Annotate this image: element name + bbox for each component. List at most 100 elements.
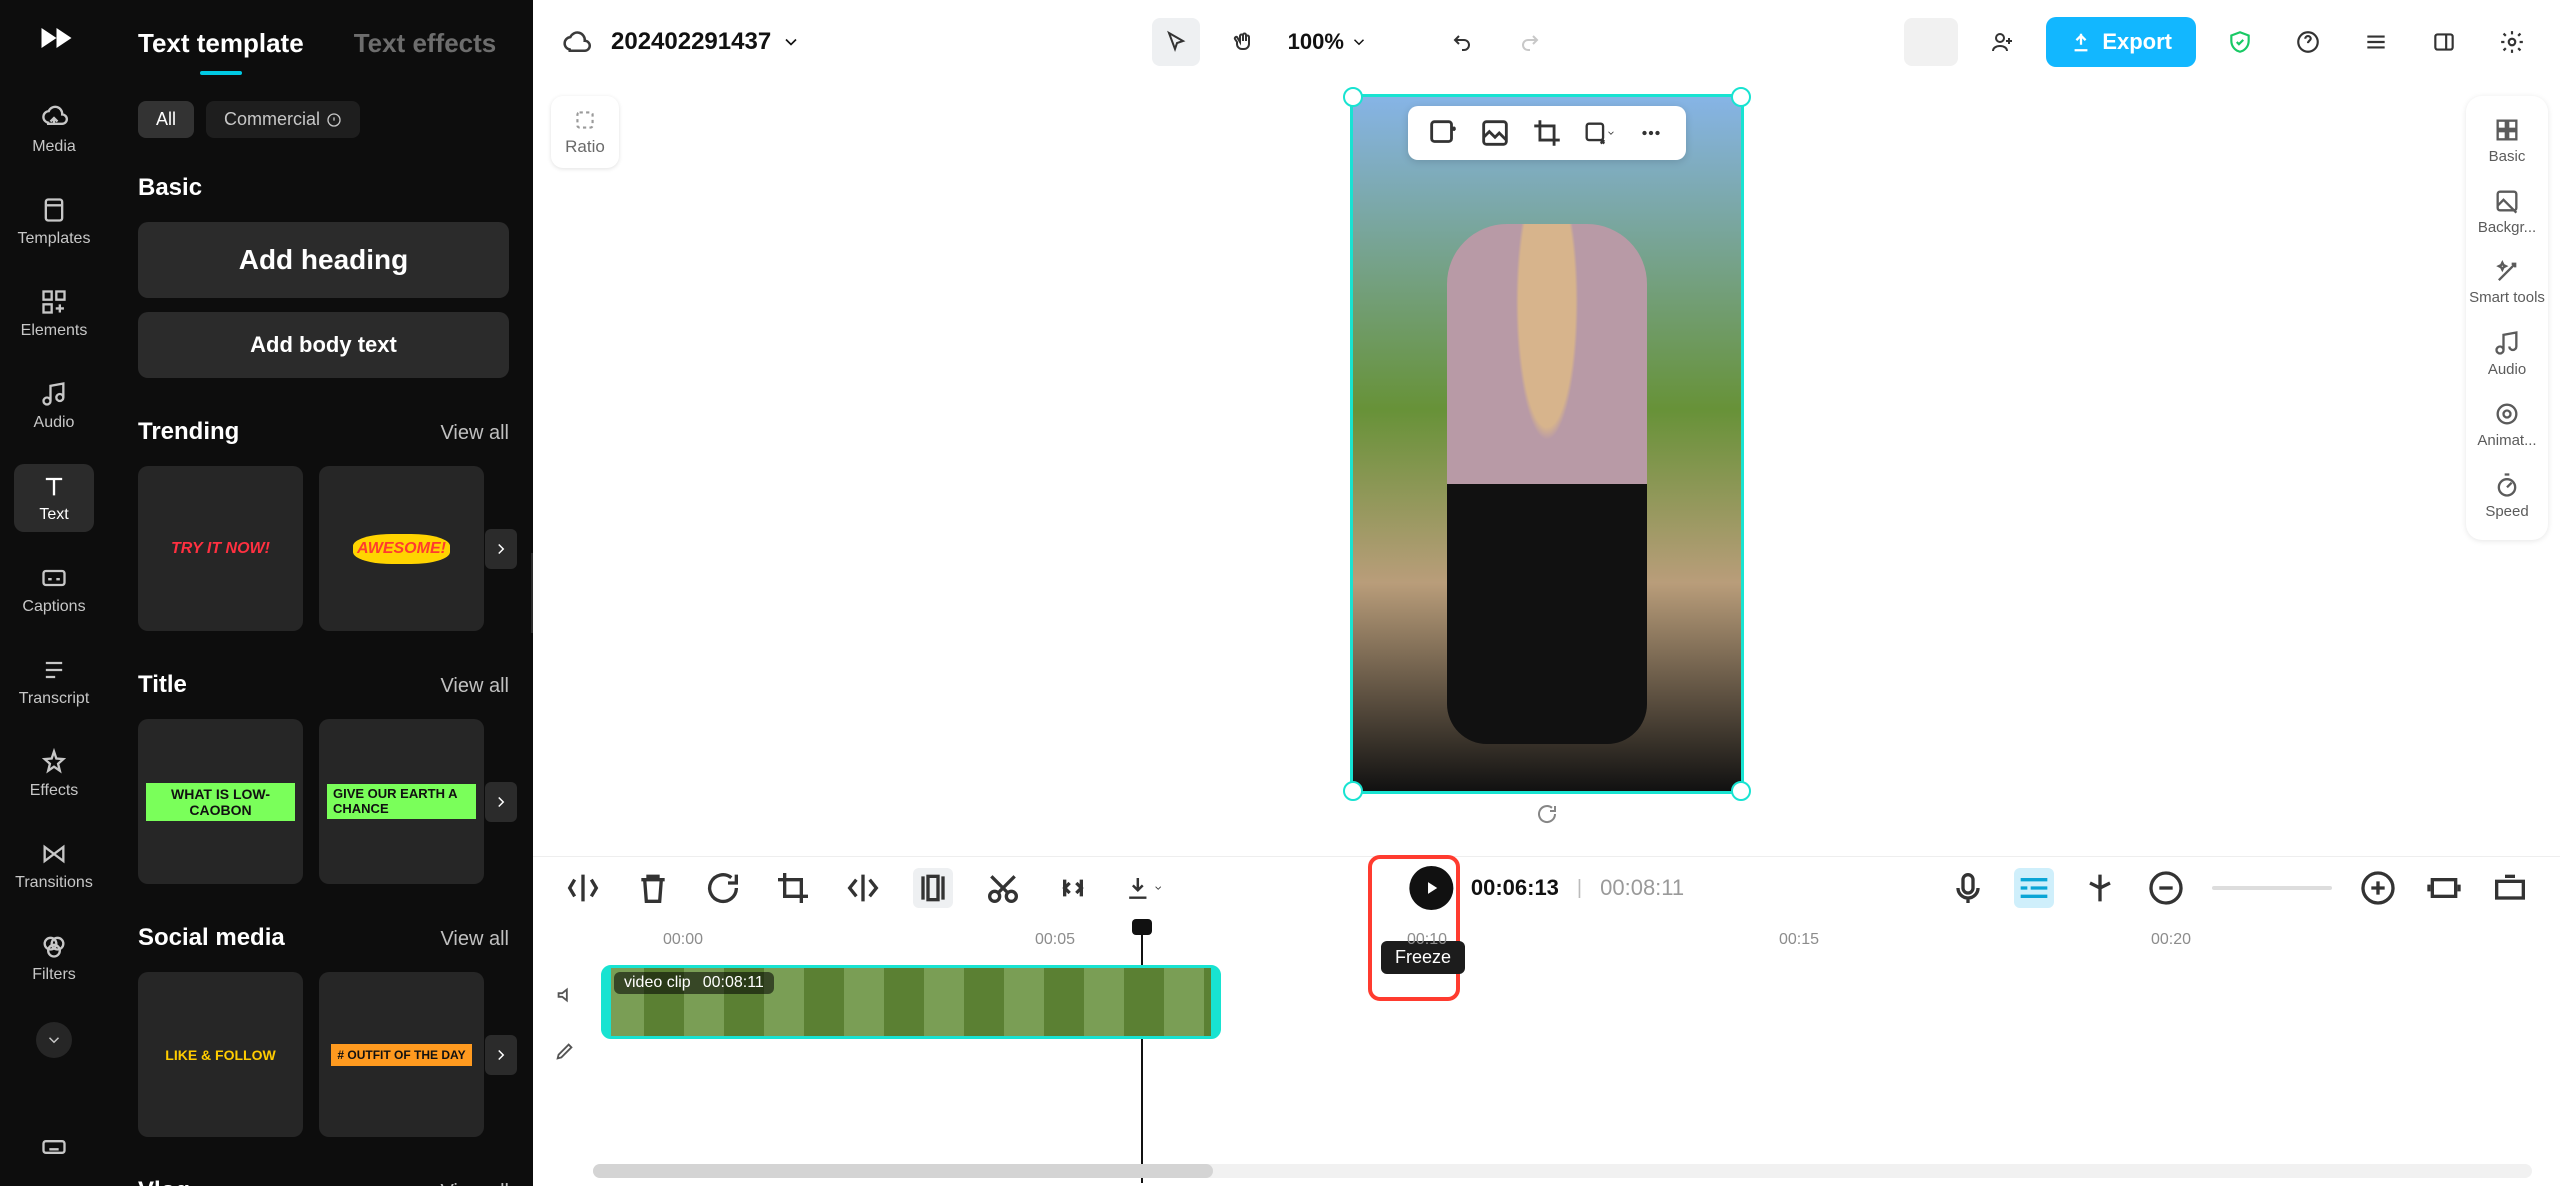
sidebar-item-captions[interactable]: Captions	[14, 556, 94, 624]
redo-button[interactable]	[1506, 18, 1554, 66]
add-heading-button[interactable]: Add heading	[138, 222, 509, 298]
overlay-replace-icon[interactable]	[1478, 116, 1512, 150]
overlay-crop-icon[interactable]	[1530, 116, 1564, 150]
trending-scroll-right[interactable]	[485, 529, 517, 569]
zoom-out-button[interactable]	[2146, 868, 2186, 908]
scrollbar-thumb[interactable]	[593, 1164, 1213, 1178]
track-area[interactable]: 00:00 00:05 00:10 00:15 00:20 video clip…	[533, 919, 2560, 1186]
crop-tl-button[interactable]	[773, 868, 813, 908]
ratio-button[interactable]: Ratio	[551, 96, 619, 168]
inspector-basic[interactable]: Basic	[2466, 110, 2548, 171]
play-button[interactable]	[1409, 866, 1453, 910]
timeline-ruler[interactable]: 00:00 00:05 00:10 00:15 00:20	[593, 923, 2560, 961]
auto-captions-button[interactable]	[2014, 868, 2054, 908]
canvas-area[interactable]: Ratio Basic Backgr... Smart tools Audio	[533, 84, 2560, 856]
thumb-label: LIKE & FOLLOW	[165, 1047, 275, 1063]
title-view-all[interactable]: View all	[440, 675, 509, 698]
resize-handle-br[interactable]	[1731, 781, 1751, 801]
timeline-scrollbar[interactable]	[593, 1164, 2532, 1178]
track-mute-icon[interactable]	[547, 977, 583, 1013]
sidebar-item-media[interactable]: Media	[14, 96, 94, 164]
clip-trim-left[interactable]	[601, 968, 611, 1036]
sidebar-item-transcript[interactable]: Transcript	[14, 648, 94, 716]
trending-thumb-1[interactable]: TRY IT NOW!	[138, 466, 303, 631]
sidebar-item-transitions[interactable]: Transitions	[14, 832, 94, 900]
sidebar-item-filters[interactable]: Filters	[14, 924, 94, 992]
sidebar-item-audio[interactable]: Audio	[14, 372, 94, 440]
cloud-sync[interactable]	[561, 27, 591, 57]
hand-tool[interactable]	[1220, 18, 1268, 66]
trending-thumb-2[interactable]: AWESOME!	[319, 466, 484, 631]
sidebar-more-button[interactable]	[36, 1022, 72, 1058]
social-view-all[interactable]: View all	[440, 928, 509, 951]
rotate-button[interactable]	[703, 868, 743, 908]
inspector-speed[interactable]: Speed	[2466, 465, 2548, 526]
track-edit-icon[interactable]	[547, 1033, 583, 1069]
project-name[interactable]: 202402291437	[611, 28, 801, 56]
trending-view-all[interactable]: View all	[440, 422, 509, 445]
cursor-tool[interactable]	[1152, 18, 1200, 66]
vlog-view-all[interactable]: View all	[440, 1181, 509, 1186]
chip-commercial[interactable]: Commercial	[206, 101, 360, 138]
title-thumb-2[interactable]: GIVE OUR EARTH A CHANCE	[319, 719, 484, 884]
inspector-animation[interactable]: Animat...	[2466, 394, 2548, 455]
sidebar-item-text[interactable]: Text	[14, 464, 94, 532]
sidebar-label: Transitions	[15, 874, 93, 892]
delete-button[interactable]	[633, 868, 673, 908]
expand-timeline-button[interactable]	[2490, 868, 2530, 908]
title-scroll-right[interactable]	[485, 782, 517, 822]
resize-handle-bl[interactable]	[1343, 781, 1363, 801]
canvas-overlay-toolbar	[1408, 106, 1686, 160]
clip-trim-right[interactable]	[1211, 968, 1221, 1036]
sidebar-keyboard-button[interactable]	[40, 1133, 68, 1166]
mic-button[interactable]	[1948, 868, 1988, 908]
sidebar-item-templates[interactable]: Templates	[14, 188, 94, 256]
app-logo	[30, 14, 78, 62]
video-clip[interactable]: video clip 00:08:11	[601, 965, 1221, 1039]
zoom-in-button[interactable]	[2358, 868, 2398, 908]
mirror-button[interactable]	[843, 868, 883, 908]
overlay-more-icon[interactable]	[1634, 116, 1668, 150]
thumb-label: AWESOME!	[353, 534, 450, 564]
social-scroll-right[interactable]	[485, 1035, 517, 1075]
panel-toggle-button[interactable]	[2420, 18, 2468, 66]
social-thumb-2[interactable]: # OUTFIT OF THE DAY	[319, 972, 484, 1137]
add-body-text-button[interactable]: Add body text	[138, 312, 509, 378]
inspector-audio[interactable]: Audio	[2466, 323, 2548, 384]
sidebar-item-elements[interactable]: Elements	[14, 280, 94, 348]
resize-handle-tl[interactable]	[1343, 87, 1363, 107]
sidebar-item-effects[interactable]: Effects	[14, 740, 94, 808]
title-thumb-1[interactable]: WHAT IS LOW-CAOBON	[138, 719, 303, 884]
export-button[interactable]: Export	[2046, 17, 2196, 67]
settings-button[interactable]	[2488, 18, 2536, 66]
playhead[interactable]	[1141, 923, 1143, 1183]
chip-all[interactable]: All	[138, 101, 194, 138]
shield-icon[interactable]	[2216, 18, 2264, 66]
text-panel: Text template Text effects All Commercia…	[108, 0, 533, 1186]
rotate-indicator-icon[interactable]	[1535, 802, 1559, 831]
split-button[interactable]	[563, 868, 603, 908]
reverse-button[interactable]	[1053, 868, 1093, 908]
thumb-label: WHAT IS LOW-CAOBON	[146, 783, 295, 821]
inspector-background[interactable]: Backgr...	[2466, 181, 2548, 242]
video-frame[interactable]	[1350, 94, 1744, 794]
magnet-button[interactable]	[2080, 868, 2120, 908]
overlay-replace-media-icon[interactable]	[1582, 116, 1616, 150]
zoom-level[interactable]: 100%	[1288, 29, 1368, 55]
resize-handle-tr[interactable]	[1731, 87, 1751, 107]
fit-timeline-button[interactable]	[2424, 868, 2464, 908]
layers-button[interactable]	[2352, 18, 2400, 66]
zoom-slider[interactable]	[2212, 886, 2332, 890]
overlay-add-media-icon[interactable]	[1426, 116, 1460, 150]
undo-button[interactable]	[1438, 18, 1486, 66]
tab-text-effects[interactable]: Text effects	[354, 28, 497, 75]
social-thumb-1[interactable]: LIKE & FOLLOW	[138, 972, 303, 1137]
download-button[interactable]	[1123, 868, 1163, 908]
share-button[interactable]	[1978, 18, 2026, 66]
tab-text-template[interactable]: Text template	[138, 28, 304, 75]
cut-button[interactable]	[983, 868, 1023, 908]
inspector-smart-tools[interactable]: Smart tools	[2466, 252, 2548, 313]
freeze-button[interactable]	[913, 868, 953, 908]
help-button[interactable]	[2284, 18, 2332, 66]
screenshot-placeholder-button[interactable]	[1904, 18, 1958, 66]
